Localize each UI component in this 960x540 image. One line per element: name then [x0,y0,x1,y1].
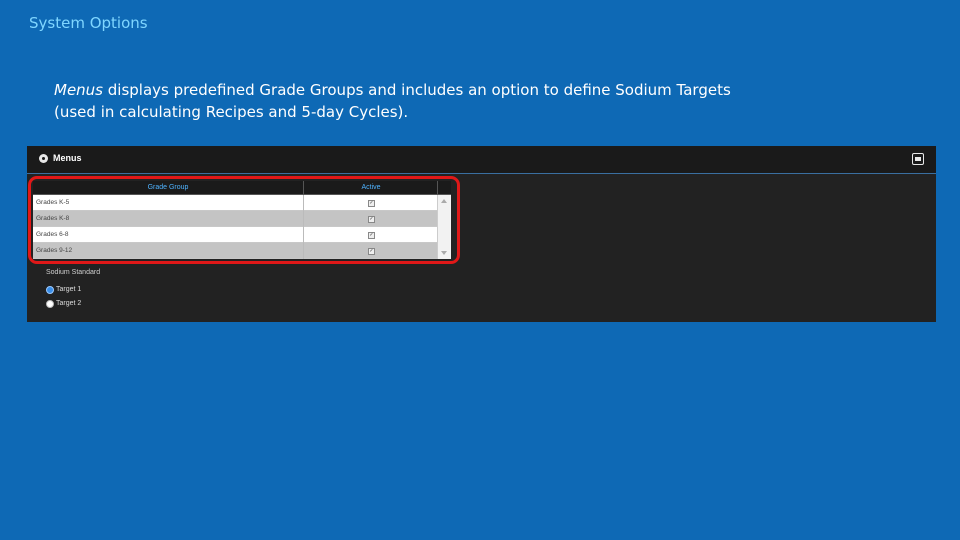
target-2-label: Target 2 [56,300,82,307]
panel-title: Menus [53,153,82,163]
grade-group-name: Grades K-8 [36,215,70,222]
grade-group-name: Grades 9-12 [36,247,73,254]
radio-selected-icon[interactable] [46,286,54,294]
grid-scrollbar[interactable] [437,195,451,259]
table-row[interactable]: Grades 9-12 ✓ [33,243,451,259]
sodium-standard-label: Sodium Standard [46,269,101,276]
active-cell: ✓ [303,243,437,259]
column-header-active[interactable]: Active [303,181,438,194]
column-header-grade-group[interactable]: Grade Group [33,181,303,194]
active-cell: ✓ [303,227,437,243]
table-row[interactable]: Grades 6-8 ✓ [33,227,451,243]
gear-icon [39,154,48,163]
panel-header: Menus [27,146,936,174]
grade-group-grid: Grade Group Active Grades K-5 ✓ Grades K… [33,181,451,259]
description-lead: Menus [54,81,103,99]
column-header-spacer [437,181,452,194]
scroll-down-icon[interactable] [441,251,447,255]
grade-group-name: Grades K-5 [36,199,70,206]
checkbox-checked-icon[interactable]: ✓ [368,232,375,239]
slide-description: Menus displays predefined Grade Groups a… [54,79,774,123]
grade-group-name: Grades 6-8 [36,231,69,238]
target-1-label: Target 1 [56,286,82,293]
active-cell: ✓ [303,195,437,211]
window-icon[interactable] [912,153,924,165]
checkbox-checked-icon[interactable]: ✓ [368,248,375,255]
description-text: displays predefined Grade Groups and inc… [54,81,731,121]
table-row[interactable]: Grades K-5 ✓ [33,195,451,211]
checkbox-checked-icon[interactable]: ✓ [368,216,375,223]
scroll-up-icon[interactable] [441,199,447,203]
slide-title: System Options [29,14,148,32]
checkbox-checked-icon[interactable]: ✓ [368,200,375,207]
active-cell: ✓ [303,211,437,227]
grid-header: Grade Group Active [33,181,451,195]
table-row[interactable]: Grades K-8 ✓ [33,211,451,227]
radio-unselected-icon[interactable] [46,300,54,308]
